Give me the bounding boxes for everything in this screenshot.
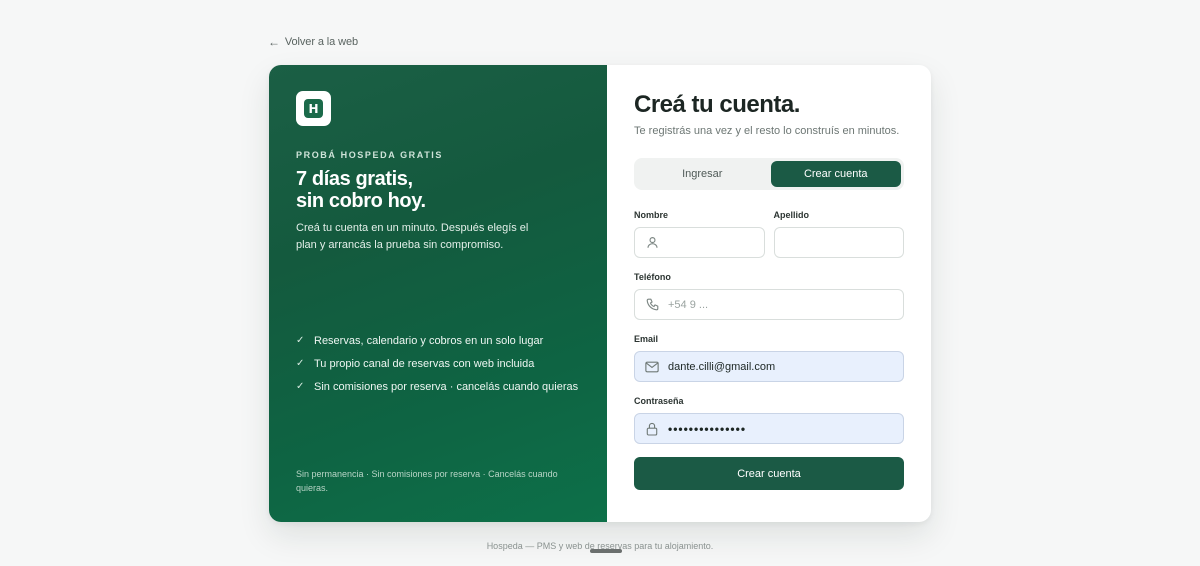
- check-icon: ✓: [296, 335, 305, 346]
- check-icon: ✓: [296, 358, 305, 369]
- promo-description: Creá tu cuenta en un minuto. Después ele…: [296, 222, 529, 251]
- check-icon: ✓: [296, 381, 305, 392]
- hospeda-logo: H: [296, 91, 331, 126]
- name-row: Nombre Apellido: [634, 210, 904, 258]
- phone-field-group: Teléfono +54 9 ...: [634, 272, 904, 320]
- logo-mark-icon: H: [304, 99, 323, 118]
- phone-input[interactable]: +54 9 ...: [634, 289, 904, 320]
- first-name-input[interactable]: [634, 227, 765, 258]
- phone-icon: [645, 298, 659, 312]
- promo-panel: H PROBÁ HOSPEDA GRATIS 7 días gratis, si…: [269, 65, 607, 522]
- feature-item: ✓ Reservas, calendario y cobros en un so…: [296, 329, 578, 352]
- password-masked-value: •••••••••••••••: [668, 421, 747, 436]
- password-input[interactable]: •••••••••••••••: [634, 413, 904, 444]
- feature-list: ✓ Reservas, calendario y cobros en un so…: [296, 329, 578, 398]
- password-label: Contraseña: [634, 396, 684, 406]
- first-name-label: Nombre: [634, 210, 669, 220]
- feature-text: Tu propio canal de reservas con web incl…: [314, 357, 535, 370]
- mail-icon: [645, 360, 659, 374]
- arrow-left-icon: ←: [268, 35, 280, 49]
- auth-tabs: Ingresar Crear cuenta: [634, 158, 904, 190]
- horizontal-scrollbar[interactable]: [590, 549, 622, 553]
- signup-form: Creá tu cuenta. Te registrás una vez y e…: [607, 65, 931, 522]
- lock-icon: [645, 422, 659, 436]
- email-input[interactable]: dante.cilli@gmail.com: [634, 351, 904, 382]
- tab-ingresar[interactable]: Ingresar: [637, 161, 768, 187]
- feature-text: Sin comisiones por reserva · cancelás cu…: [314, 380, 579, 393]
- user-icon: [645, 236, 659, 250]
- phone-label: Teléfono: [634, 272, 671, 282]
- back-to-web-link[interactable]: ← Volver a la web: [268, 35, 358, 49]
- signup-card: H PROBÁ HOSPEDA GRATIS 7 días gratis, si…: [269, 65, 931, 522]
- password-field-group: Contraseña •••••••••••••••: [634, 396, 904, 444]
- last-name-field-group: Apellido: [773, 210, 904, 258]
- last-name-label: Apellido: [773, 210, 810, 220]
- email-label: Email: [634, 334, 659, 344]
- form-subtitle: Te registrás una vez y el resto lo const…: [634, 125, 900, 137]
- promo-eyebrow: PROBÁ HOSPEDA GRATIS: [296, 150, 444, 160]
- email-field-group: Email dante.cilli@gmail.com: [634, 334, 904, 382]
- create-account-button[interactable]: Crear cuenta: [634, 457, 904, 490]
- feature-item: ✓ Tu propio canal de reservas con web in…: [296, 352, 578, 375]
- first-name-field-group: Nombre: [634, 210, 765, 258]
- tab-crear-cuenta[interactable]: Crear cuenta: [770, 161, 901, 187]
- email-value: dante.cilli@gmail.com: [668, 360, 776, 373]
- feature-text: Reservas, calendario y cobros en un solo…: [314, 334, 544, 347]
- feature-item: ✓ Sin comisiones por reserva · cancelás …: [296, 375, 578, 398]
- promo-fine-print: Sin permanencia · Sin comisiones por res…: [296, 469, 558, 493]
- phone-placeholder: +54 9 ...: [668, 298, 709, 311]
- form-title: Creá tu cuenta.: [634, 91, 800, 118]
- promo-headline: 7 días gratis, sin cobro hoy.: [296, 168, 426, 212]
- last-name-input[interactable]: [773, 227, 904, 258]
- back-link-label: Volver a la web: [284, 36, 359, 48]
